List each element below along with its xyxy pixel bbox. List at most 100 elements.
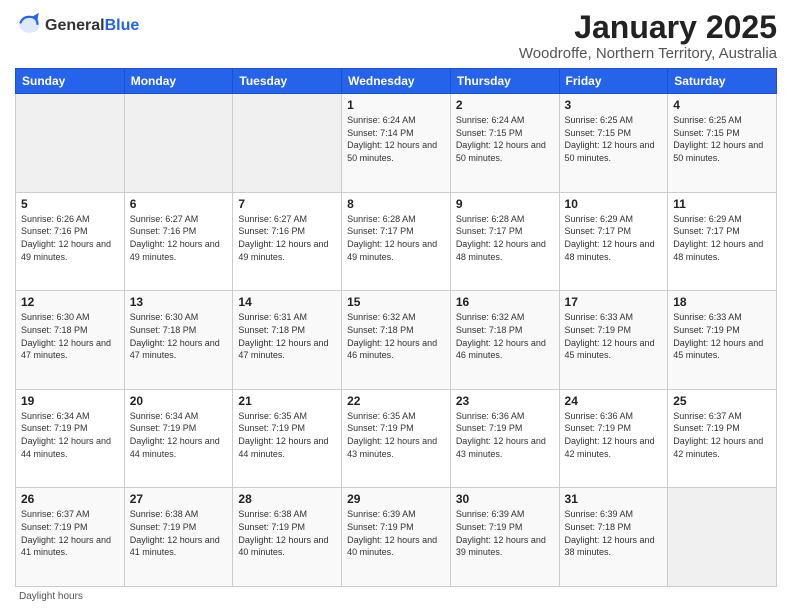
day-info: Sunrise: 6:37 AM Sunset: 7:19 PM Dayligh… (673, 410, 771, 460)
day-number: 30 (456, 492, 554, 506)
day-number: 15 (347, 295, 445, 309)
day-number: 26 (21, 492, 119, 506)
day-info: Sunrise: 6:37 AM Sunset: 7:19 PM Dayligh… (21, 508, 119, 558)
day-number: 6 (130, 197, 228, 211)
logo-blue-text: Blue (105, 17, 140, 34)
calendar-header-row: Sunday Monday Tuesday Wednesday Thursday… (16, 69, 777, 94)
day-number: 9 (456, 197, 554, 211)
header: GeneralBlue January 2025 Woodroffe, Nort… (15, 10, 777, 62)
table-row (668, 488, 777, 587)
table-row: 9 Sunrise: 6:28 AM Sunset: 7:17 PM Daylig… (450, 192, 559, 291)
day-info: Sunrise: 6:34 AM Sunset: 7:19 PM Dayligh… (21, 410, 119, 460)
table-row: 29 Sunrise: 6:39 AM Sunset: 7:19 PM Dayli… (342, 488, 451, 587)
day-number: 20 (130, 394, 228, 408)
day-info: Sunrise: 6:33 AM Sunset: 7:19 PM Dayligh… (673, 311, 771, 361)
day-number: 1 (347, 98, 445, 112)
table-row: 25 Sunrise: 6:37 AM Sunset: 7:19 PM Dayli… (668, 389, 777, 488)
day-info: Sunrise: 6:39 AM Sunset: 7:18 PM Dayligh… (565, 508, 663, 558)
day-info: Sunrise: 6:29 AM Sunset: 7:17 PM Dayligh… (673, 213, 771, 263)
month-title: January 2025 (519, 10, 777, 45)
calendar-week-row: 12 Sunrise: 6:30 AM Sunset: 7:18 PM Dayli… (16, 291, 777, 390)
day-number: 14 (238, 295, 336, 309)
table-row (16, 94, 125, 193)
day-info: Sunrise: 6:27 AM Sunset: 7:16 PM Dayligh… (238, 213, 336, 263)
table-row: 16Sunrise: 6:32 AM Sunset: 7:18 PM Dayli… (450, 291, 559, 390)
day-info: Sunrise: 6:25 AM Sunset: 7:15 PM Dayligh… (673, 114, 771, 164)
table-row: 10 Sunrise: 6:29 AM Sunset: 7:17 PM Dayli… (559, 192, 668, 291)
day-number: 3 (565, 98, 663, 112)
table-row: 23Sunrise: 6:36 AM Sunset: 7:19 PM Dayli… (450, 389, 559, 488)
table-row: 7Sunrise: 6:27 AM Sunset: 7:16 PM Daylig… (233, 192, 342, 291)
day-info: Sunrise: 6:35 AM Sunset: 7:19 PM Dayligh… (347, 410, 445, 460)
day-number: 4 (673, 98, 771, 112)
col-saturday: Saturday (668, 69, 777, 94)
day-number: 29 (347, 492, 445, 506)
day-number: 11 (673, 197, 771, 211)
day-number: 28 (238, 492, 336, 506)
day-number: 10 (565, 197, 663, 211)
col-friday: Friday (559, 69, 668, 94)
col-thursday: Thursday (450, 69, 559, 94)
day-info: Sunrise: 6:27 AM Sunset: 7:16 PM Dayligh… (130, 213, 228, 263)
day-info: Sunrise: 6:31 AM Sunset: 7:18 PM Dayligh… (238, 311, 336, 361)
col-wednesday: Wednesday (342, 69, 451, 94)
day-info: Sunrise: 6:36 AM Sunset: 7:19 PM Dayligh… (456, 410, 554, 460)
col-monday: Monday (124, 69, 233, 94)
logo-general-text: General (45, 17, 105, 34)
day-number: 31 (565, 492, 663, 506)
day-info: Sunrise: 6:38 AM Sunset: 7:19 PM Dayligh… (130, 508, 228, 558)
table-row (233, 94, 342, 193)
day-number: 18 (673, 295, 771, 309)
table-row: 3 Sunrise: 6:25 AM Sunset: 7:15 PM Daylig… (559, 94, 668, 193)
day-info: Sunrise: 6:32 AM Sunset: 7:18 PM Dayligh… (347, 311, 445, 361)
table-row: 1 Sunrise: 6:24 AM Sunset: 7:14 PM Daylig… (342, 94, 451, 193)
day-number: 22 (347, 394, 445, 408)
day-info: Sunrise: 6:24 AM Sunset: 7:15 PM Dayligh… (456, 114, 554, 164)
day-info: Sunrise: 6:26 AM Sunset: 7:16 PM Dayligh… (21, 213, 119, 263)
logo-icon (15, 10, 43, 38)
day-number: 12 (21, 295, 119, 309)
day-info: Sunrise: 6:30 AM Sunset: 7:18 PM Dayligh… (130, 311, 228, 361)
table-row: 18 Sunrise: 6:33 AM Sunset: 7:19 PM Dayli… (668, 291, 777, 390)
table-row: 14 Sunrise: 6:31 AM Sunset: 7:18 PM Dayli… (233, 291, 342, 390)
table-row: 28Sunrise: 6:38 AM Sunset: 7:19 PM Dayli… (233, 488, 342, 587)
table-row: 24Sunrise: 6:36 AM Sunset: 7:19 PM Dayli… (559, 389, 668, 488)
table-row (124, 94, 233, 193)
table-row: 30Sunrise: 6:39 AM Sunset: 7:19 PM Dayli… (450, 488, 559, 587)
calendar-week-row: 1 Sunrise: 6:24 AM Sunset: 7:14 PM Daylig… (16, 94, 777, 193)
col-tuesday: Tuesday (233, 69, 342, 94)
day-info: Sunrise: 6:25 AM Sunset: 7:15 PM Dayligh… (565, 114, 663, 164)
table-row: 5Sunrise: 6:26 AM Sunset: 7:16 PM Daylig… (16, 192, 125, 291)
day-info: Sunrise: 6:39 AM Sunset: 7:19 PM Dayligh… (347, 508, 445, 558)
title-block: January 2025 Woodroffe, Northern Territo… (519, 10, 777, 62)
day-info: Sunrise: 6:32 AM Sunset: 7:18 PM Dayligh… (456, 311, 554, 361)
table-row: 8 Sunrise: 6:28 AM Sunset: 7:17 PM Daylig… (342, 192, 451, 291)
table-row: 21Sunrise: 6:35 AM Sunset: 7:19 PM Dayli… (233, 389, 342, 488)
footer-note: Daylight hours (15, 591, 777, 602)
day-info: Sunrise: 6:29 AM Sunset: 7:17 PM Dayligh… (565, 213, 663, 263)
table-row: 4 Sunrise: 6:25 AM Sunset: 7:15 PM Daylig… (668, 94, 777, 193)
day-info: Sunrise: 6:24 AM Sunset: 7:14 PM Dayligh… (347, 114, 445, 164)
col-sunday: Sunday (16, 69, 125, 94)
table-row: 17Sunrise: 6:33 AM Sunset: 7:19 PM Dayli… (559, 291, 668, 390)
day-number: 2 (456, 98, 554, 112)
table-row: 13 Sunrise: 6:30 AM Sunset: 7:18 PM Dayli… (124, 291, 233, 390)
day-info: Sunrise: 6:28 AM Sunset: 7:17 PM Dayligh… (347, 213, 445, 263)
table-row: 20Sunrise: 6:34 AM Sunset: 7:19 PM Dayli… (124, 389, 233, 488)
table-row: 31 Sunrise: 6:39 AM Sunset: 7:18 PM Dayli… (559, 488, 668, 587)
day-number: 25 (673, 394, 771, 408)
day-number: 19 (21, 394, 119, 408)
table-row: 11 Sunrise: 6:29 AM Sunset: 7:17 PM Dayli… (668, 192, 777, 291)
table-row: 2 Sunrise: 6:24 AM Sunset: 7:15 PM Daylig… (450, 94, 559, 193)
day-info: Sunrise: 6:30 AM Sunset: 7:18 PM Dayligh… (21, 311, 119, 361)
calendar-week-row: 26 Sunrise: 6:37 AM Sunset: 7:19 PM Dayli… (16, 488, 777, 587)
table-row: 26 Sunrise: 6:37 AM Sunset: 7:19 PM Dayli… (16, 488, 125, 587)
page: GeneralBlue January 2025 Woodroffe, Nort… (0, 0, 792, 612)
day-number: 24 (565, 394, 663, 408)
day-info: Sunrise: 6:28 AM Sunset: 7:17 PM Dayligh… (456, 213, 554, 263)
day-number: 13 (130, 295, 228, 309)
table-row: 27Sunrise: 6:38 AM Sunset: 7:19 PM Dayli… (124, 488, 233, 587)
location-title: Woodroffe, Northern Territory, Australia (519, 45, 777, 62)
table-row: 15 Sunrise: 6:32 AM Sunset: 7:18 PM Dayli… (342, 291, 451, 390)
day-number: 8 (347, 197, 445, 211)
